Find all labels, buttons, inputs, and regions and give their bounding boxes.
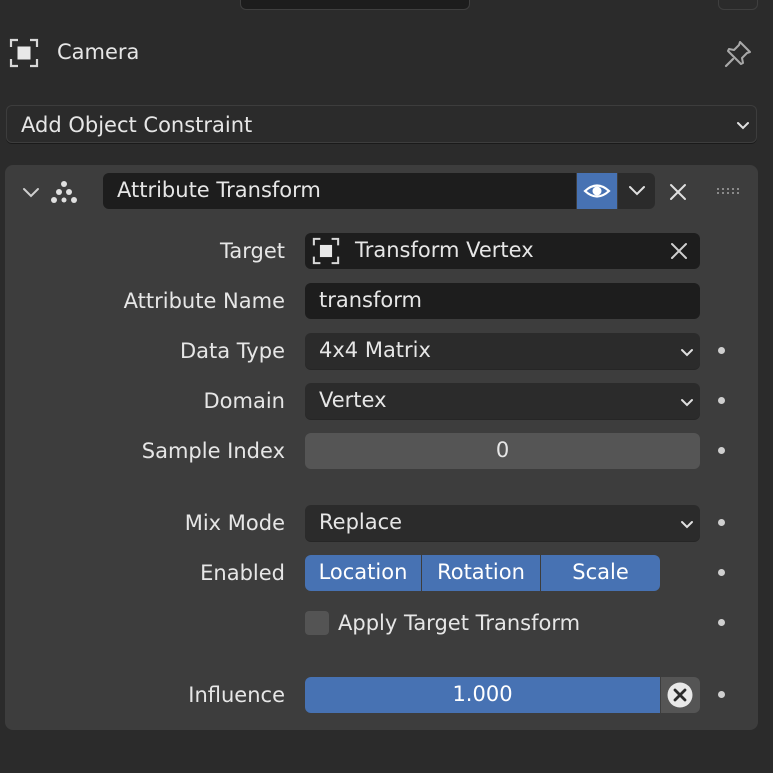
keyframe-dot[interactable] [718,691,725,698]
keyframe-dot[interactable] [718,619,725,626]
top-button[interactable] [718,0,758,10]
influence-slider[interactable]: 1.000 [305,677,660,713]
data-type-dropdown[interactable]: 4x4 Matrix [305,333,700,369]
keyframe-dot[interactable] [718,519,725,526]
attribute-name-label: Attribute Name [123,289,285,313]
domain-dropdown[interactable]: Vertex [305,383,700,419]
close-circle-icon [667,682,693,708]
chevron-down-icon [681,349,693,357]
chevron-down-icon [681,399,693,407]
chevron-down-icon [681,521,693,529]
object-name: Camera [57,40,140,64]
pin-icon[interactable] [722,38,754,70]
data-type-value: 4x4 Matrix [319,338,431,362]
sample-index-field[interactable]: 0 [305,433,700,469]
constraint-name: Attribute Transform [117,178,321,202]
delete-constraint-icon[interactable] [667,181,689,203]
add-object-constraint-dropdown[interactable]: Add Object Constraint [6,105,757,143]
mix-mode-label: Mix Mode [184,511,285,535]
data-type-label: Data Type [179,339,285,363]
disable-keep-transform-button[interactable] [661,677,700,713]
influence-label: Influence [188,683,285,707]
object-icon [312,237,340,265]
clear-target-icon[interactable] [669,241,689,261]
sample-index-label: Sample Index [141,439,285,463]
enabled-scale-toggle[interactable]: Scale [541,555,660,591]
chevron-down-icon [629,186,645,196]
keyframe-dot[interactable] [718,397,725,404]
domain-value: Vertex [319,388,387,412]
add-object-constraint-label: Add Object Constraint [21,113,253,137]
object-icon [9,38,39,68]
enabled-rotation-label: Rotation [437,560,525,584]
eye-icon [583,184,611,198]
target-field[interactable]: Transform Vertex [305,233,700,269]
constraint-menu-dropdown[interactable] [618,173,655,209]
mix-mode-value: Replace [319,510,403,534]
keyframe-dot[interactable] [718,447,725,454]
influence-value: 1.000 [452,682,513,706]
chevron-down-icon [737,122,749,130]
drag-handle-icon[interactable] [716,186,740,196]
target-value: Transform Vertex [355,238,534,262]
sample-index-value: 0 [495,438,510,462]
target-label: Target [220,239,285,263]
enabled-location-toggle[interactable]: Location [305,555,421,591]
enabled-scale-label: Scale [572,560,629,584]
keyframe-dot[interactable] [718,347,725,354]
attribute-name-value: transform [319,288,422,312]
apply-target-transform-label: Apply Target Transform [338,611,581,635]
keyframe-dot[interactable] [718,569,725,576]
constraint-name-field[interactable]: Attribute Transform [103,173,576,209]
enabled-rotation-toggle[interactable]: Rotation [422,555,540,591]
enabled-location-label: Location [318,560,408,584]
attribute-constraint-icon [51,181,77,203]
enabled-label: Enabled [200,561,285,585]
visibility-toggle-button[interactable] [577,173,617,209]
mix-mode-dropdown[interactable]: Replace [305,505,700,541]
apply-target-transform-checkbox[interactable] [305,611,329,635]
collapse-chevron-icon[interactable] [20,181,42,203]
domain-label: Domain [203,389,286,413]
attribute-name-field[interactable]: transform [305,283,700,319]
top-search-field[interactable] [240,0,470,10]
